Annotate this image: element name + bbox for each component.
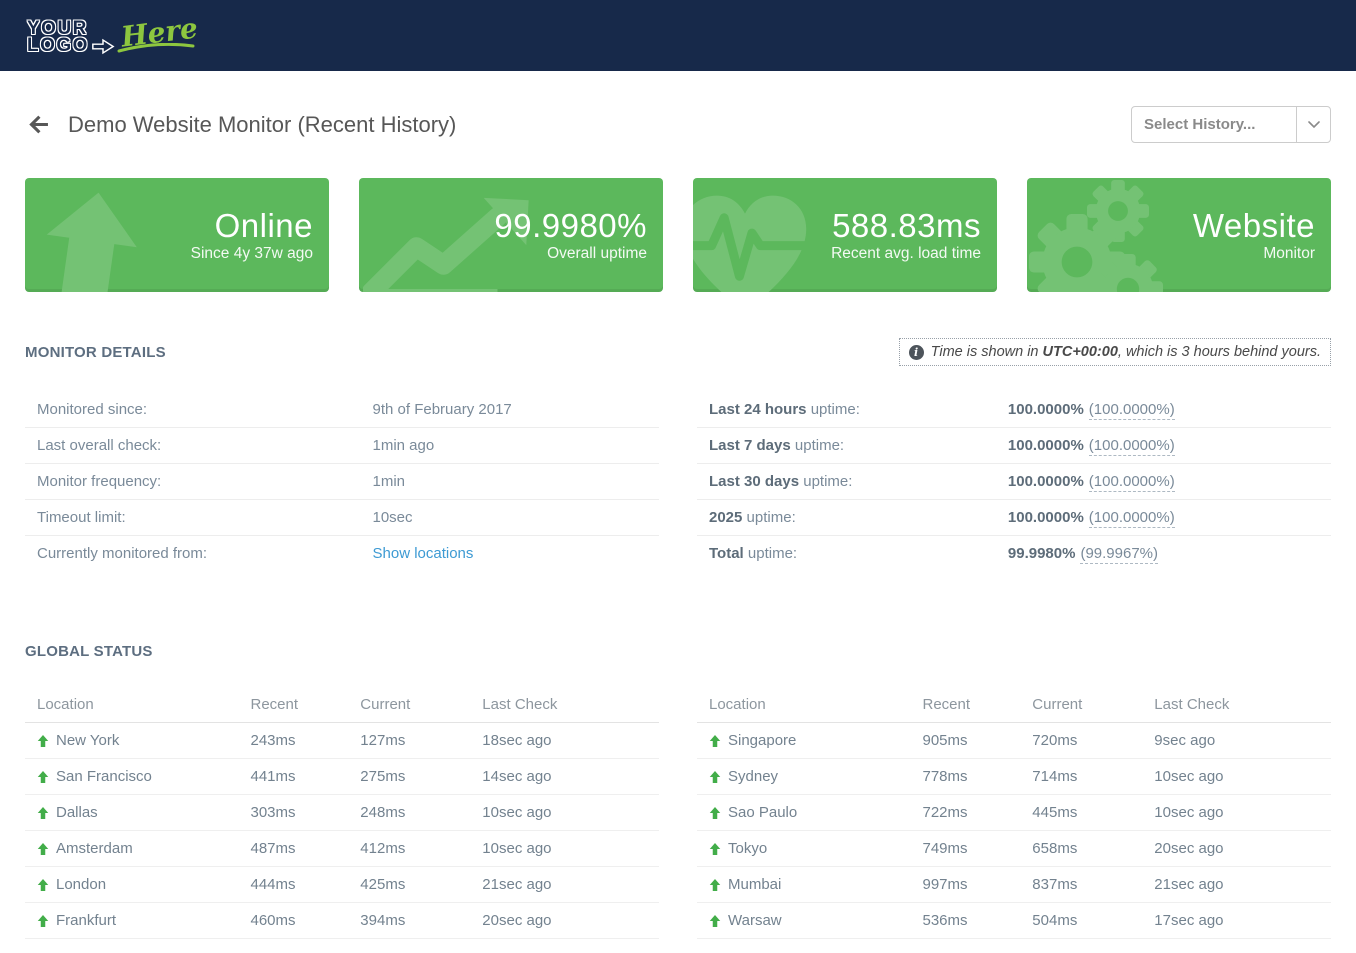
global-status-left-table: Location Recent Current Last Check New Y… — [25, 686, 659, 939]
location-name: Amsterdam — [56, 840, 133, 857]
back-arrow-button[interactable] — [25, 112, 52, 137]
monitor-details-heading: MONITOR DETAILS — [25, 344, 166, 361]
location-name: Frankfurt — [56, 912, 116, 929]
location-name: Warsaw — [728, 912, 782, 929]
status-card-load-time: 588.83ms Recent avg. load time — [693, 178, 997, 292]
status-up-icon — [709, 843, 721, 855]
table-row: London 444ms 425ms 21sec ago — [25, 867, 659, 903]
table-header-row: Location Recent Current Last Check — [697, 686, 1331, 723]
detail-row: Timeout limit: 10sec — [25, 499, 659, 535]
uptime-tooltip-value[interactable]: (99.9967%) — [1080, 545, 1158, 564]
card-title: Website — [1193, 207, 1315, 245]
uptime-tooltip-value[interactable]: (100.0000%) — [1089, 401, 1175, 420]
table-row: Sao Paulo 722ms 445ms 10sec ago — [697, 795, 1331, 831]
logo-arrow-icon — [91, 38, 115, 55]
global-status-section: GLOBAL STATUS Location Recent Current La… — [25, 643, 1331, 939]
status-up-icon — [709, 915, 721, 927]
card-subtitle: Recent avg. load time — [831, 245, 981, 263]
status-card-online: Online Since 4y 37w ago — [25, 178, 329, 292]
history-select[interactable]: Select History... — [1131, 106, 1331, 143]
card-title: Online — [191, 207, 313, 245]
detail-row: Last 24 hours uptime: 100.0000%(100.0000… — [697, 391, 1331, 427]
table-row: New York 243ms 127ms 18sec ago — [25, 723, 659, 759]
status-up-icon — [37, 735, 49, 747]
status-up-icon — [37, 879, 49, 891]
detail-row: Total uptime: 99.9980%(99.9967%) — [697, 535, 1331, 571]
location-name: Sydney — [728, 768, 778, 785]
arrow-up-icon — [28, 185, 150, 292]
heartbeat-icon — [693, 190, 815, 292]
chevron-down-icon — [1296, 107, 1330, 142]
timezone-notice: i Time is shown in UTC+00:00, which is 3… — [899, 338, 1331, 366]
top-header-bar: YOUR LOGO Here — [0, 0, 1356, 71]
detail-row: Last 30 days uptime: 100.0000%(100.0000%… — [697, 463, 1331, 499]
page-title: Demo Website Monitor (Recent History) — [68, 112, 456, 138]
card-subtitle: Since 4y 37w ago — [191, 245, 313, 263]
card-title: 588.83ms — [831, 207, 981, 245]
monitor-details-section: MONITOR DETAILS i Time is shown in UTC+0… — [25, 338, 1331, 571]
location-name: San Francisco — [56, 768, 152, 785]
logo-underline-swoosh — [117, 43, 195, 53]
detail-row: Last 7 days uptime: 100.0000%(100.0000%) — [697, 427, 1331, 463]
table-row: Amsterdam 487ms 412ms 10sec ago — [25, 831, 659, 867]
location-name: Sao Paulo — [728, 804, 797, 821]
info-icon: i — [909, 345, 924, 360]
monitor-details-right-table: Last 24 hours uptime: 100.0000%(100.0000… — [697, 391, 1331, 571]
show-locations-link[interactable]: Show locations — [373, 545, 474, 562]
status-up-icon — [37, 807, 49, 819]
table-row: Mumbai 997ms 837ms 21sec ago — [697, 867, 1331, 903]
table-row: Warsaw 536ms 504ms 17sec ago — [697, 903, 1331, 939]
status-up-icon — [37, 915, 49, 927]
status-up-icon — [709, 771, 721, 783]
detail-row: 2025 uptime: 100.0000%(100.0000%) — [697, 499, 1331, 535]
status-up-icon — [37, 843, 49, 855]
table-row: Tokyo 749ms 658ms 20sec ago — [697, 831, 1331, 867]
status-up-icon — [709, 735, 721, 747]
table-row: Sydney 778ms 714ms 10sec ago — [697, 759, 1331, 795]
status-up-icon — [37, 771, 49, 783]
location-name: New York — [56, 732, 119, 749]
uptime-tooltip-value[interactable]: (100.0000%) — [1089, 437, 1175, 456]
table-row: Singapore 905ms 720ms 9sec ago — [697, 723, 1331, 759]
page-title-row: Demo Website Monitor (Recent History) Se… — [25, 106, 1331, 143]
location-name: Mumbai — [728, 876, 781, 893]
card-subtitle: Overall uptime — [494, 245, 647, 263]
detail-row: Monitor frequency: 1min — [25, 463, 659, 499]
status-cards: Online Since 4y 37w ago 99.9980% Overall… — [25, 178, 1331, 292]
monitor-details-left-table: Monitored since: 9th of February 2017 La… — [25, 391, 659, 571]
uptime-tooltip-value[interactable]: (100.0000%) — [1089, 473, 1175, 492]
global-status-right-table: Location Recent Current Last Check Singa… — [697, 686, 1331, 939]
location-name: Singapore — [728, 732, 796, 749]
table-row: Frankfurt 460ms 394ms 20sec ago — [25, 903, 659, 939]
table-row: San Francisco 441ms 275ms 14sec ago — [25, 759, 659, 795]
logo-text-logo: LOGO — [27, 38, 89, 55]
location-name: London — [56, 876, 106, 893]
status-up-icon — [709, 807, 721, 819]
detail-row: Monitored since: 9th of February 2017 — [25, 391, 659, 427]
arrow-left-icon — [27, 114, 50, 135]
history-select-value: Select History... — [1132, 116, 1296, 133]
detail-row: Currently monitored from: Show locations — [25, 535, 659, 571]
location-name: Tokyo — [728, 840, 767, 857]
table-row: Dallas 303ms 248ms 10sec ago — [25, 795, 659, 831]
status-up-icon — [709, 879, 721, 891]
logo: YOUR LOGO Here — [27, 16, 198, 55]
global-status-heading: GLOBAL STATUS — [25, 643, 1331, 660]
card-subtitle: Monitor — [1193, 245, 1315, 263]
table-header-row: Location Recent Current Last Check — [25, 686, 659, 723]
status-card-uptime: 99.9980% Overall uptime — [359, 178, 663, 292]
status-card-monitor-type: Website Monitor — [1027, 178, 1331, 292]
uptime-tooltip-value[interactable]: (100.0000%) — [1089, 509, 1175, 528]
location-name: Dallas — [56, 804, 98, 821]
card-title: 99.9980% — [494, 207, 647, 245]
timezone-notice-text: Time is shown in UTC+00:00, which is 3 h… — [931, 344, 1321, 360]
detail-row: Last overall check: 1min ago — [25, 427, 659, 463]
